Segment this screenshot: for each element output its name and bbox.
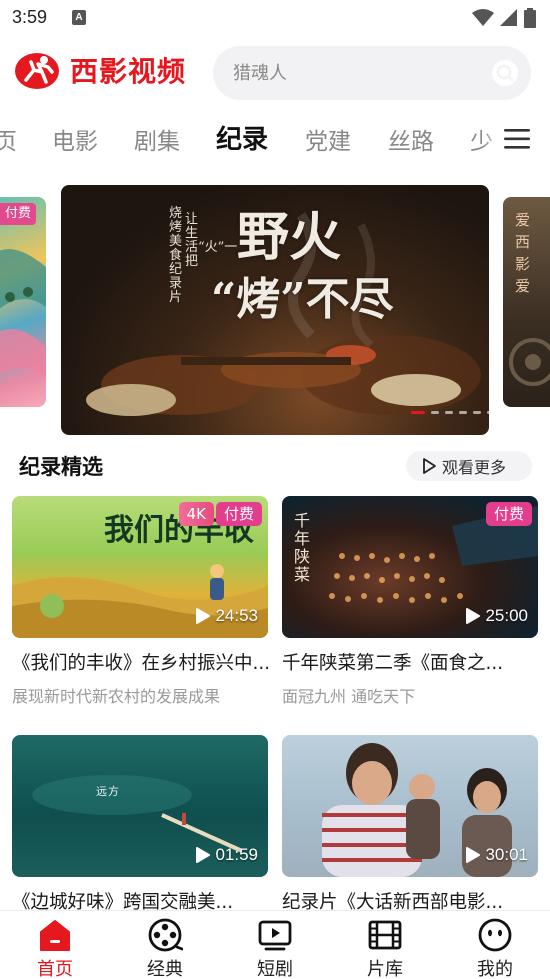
notification-a-icon: A bbox=[72, 10, 86, 25]
video-thumbnail[interactable]: 30:01 bbox=[282, 735, 538, 877]
duration: 30:01 bbox=[463, 845, 528, 865]
nav-mine-label: 我的 bbox=[477, 959, 513, 979]
thumbnail-title-text: 远方 bbox=[96, 785, 120, 798]
home-icon bbox=[40, 920, 70, 951]
video-card[interactable]: 千年陕菜 付费 25:00 千年陕菜第二季《面食之... 面冠九州 通吃天下 bbox=[282, 496, 538, 707]
video-card[interactable]: 我们的丰收 4K 付费 24:53 《我们的丰收》在乡村振兴中... 展现新时代… bbox=[12, 496, 268, 707]
nav-home[interactable]: 首页 bbox=[0, 911, 110, 979]
status-bar: 3:59 A bbox=[0, 0, 550, 36]
duration: 25:00 bbox=[463, 606, 528, 626]
status-icons bbox=[472, 8, 536, 28]
play-screen-icon bbox=[258, 920, 292, 951]
carousel-dot[interactable] bbox=[445, 411, 453, 414]
nav-library-label: 片库 bbox=[367, 959, 403, 979]
badge-row: 4K 付费 bbox=[178, 502, 262, 526]
wifi-icon bbox=[472, 9, 494, 26]
duration-text: 01:59 bbox=[215, 845, 258, 864]
nav-home-label: 首页 bbox=[37, 959, 73, 979]
nav-mine[interactable]: 我的 bbox=[440, 911, 550, 979]
section-title: 纪录精选 bbox=[19, 455, 103, 479]
search-icon[interactable] bbox=[491, 59, 519, 87]
video-title[interactable]: 《我们的丰收》在乡村振兴中... bbox=[12, 649, 268, 675]
video-thumbnail[interactable]: 远方 01:59 bbox=[12, 735, 268, 877]
duration-text: 24:53 bbox=[215, 606, 258, 625]
banner-title-2: “烤”不尽 bbox=[211, 274, 394, 325]
film-reel-icon bbox=[148, 918, 183, 952]
play-icon bbox=[466, 847, 481, 863]
video-card[interactable]: 30:01 纪录片《大话新西部电影... bbox=[282, 735, 538, 914]
carousel-dot[interactable] bbox=[473, 411, 481, 414]
play-icon bbox=[466, 608, 481, 624]
tab-documentary[interactable]: 纪录 bbox=[216, 119, 268, 156]
nav-library[interactable]: 片库 bbox=[330, 911, 440, 979]
video-title[interactable]: 千年陕菜第二季《面食之... bbox=[282, 649, 538, 675]
banner-left-art bbox=[0, 249, 46, 377]
badge-paid: 付费 bbox=[215, 502, 262, 526]
tab-home-partial[interactable]: 页 bbox=[0, 122, 17, 156]
duration-text: 30:01 bbox=[485, 845, 528, 864]
logo-text: 西影视频 bbox=[70, 55, 187, 88]
logo-runner-icon bbox=[15, 53, 59, 89]
bottom-nav: 首页 经典 短剧 片库 我的 bbox=[0, 910, 550, 979]
category-tabs: 页 电影 剧集 纪录 党建 丝路 少 bbox=[0, 114, 550, 164]
carousel-dot[interactable] bbox=[431, 411, 439, 414]
signal-icon bbox=[500, 9, 517, 26]
nav-short-drama[interactable]: 短剧 bbox=[220, 911, 330, 979]
header: 西影视频 bbox=[0, 44, 550, 102]
carousel-dots bbox=[411, 411, 489, 414]
play-outline-icon bbox=[423, 458, 436, 474]
banner-right-text: 爱西影爱 bbox=[515, 211, 531, 295]
carousel-dot-active[interactable] bbox=[411, 411, 425, 414]
play-icon bbox=[196, 608, 211, 624]
battery-icon bbox=[524, 8, 536, 28]
video-subtitle: 展现新时代新农村的发展成果 bbox=[12, 687, 221, 706]
search-box[interactable] bbox=[213, 46, 531, 100]
tab-movie[interactable]: 电影 bbox=[52, 122, 98, 156]
duration: 01:59 bbox=[193, 845, 258, 865]
duration: 24:53 bbox=[193, 606, 258, 626]
see-more-button[interactable]: 观看更多 bbox=[406, 451, 532, 481]
logo[interactable]: 西影视频 bbox=[14, 50, 186, 90]
nav-short-drama-label: 短剧 bbox=[257, 959, 293, 979]
face-icon bbox=[478, 918, 512, 952]
banner-subtitle-1: 让生活“火”一把 bbox=[185, 212, 238, 269]
carousel-dot[interactable] bbox=[487, 411, 489, 414]
banner-title-1: 野火 bbox=[237, 207, 342, 268]
banner-main[interactable]: 让生活“火”一把 烧烤美食纪录片 野火 “烤”不尽 bbox=[61, 185, 489, 435]
film-strip-icon bbox=[368, 920, 402, 950]
tab-silk-road[interactable]: 丝路 bbox=[388, 122, 434, 156]
banner-left-paid-badge: 付费 bbox=[0, 203, 36, 225]
banner-carousel[interactable]: 付费 让生活“火”一把 烧烤美食纪录片 野火 “烤”不尽 爱西影爱 bbox=[0, 185, 550, 435]
video-card[interactable]: 远方 01:59 《边城好味》跨国交融美... bbox=[12, 735, 268, 914]
nav-classic[interactable]: 经典 bbox=[110, 911, 220, 979]
see-more-label: 观看更多 bbox=[442, 458, 507, 477]
tab-party[interactable]: 党建 bbox=[305, 122, 351, 156]
banner-subtitle-2: 烧烤美食纪录片 bbox=[169, 206, 183, 305]
badge-row: 付费 bbox=[485, 502, 532, 526]
badge-paid: 付费 bbox=[485, 502, 532, 526]
play-icon bbox=[196, 847, 211, 863]
duration-text: 25:00 bbox=[485, 606, 528, 625]
search-input[interactable] bbox=[233, 46, 483, 100]
banner-left-preview[interactable] bbox=[0, 197, 46, 407]
thumbnail-title-text: 千年陕菜 bbox=[294, 511, 311, 584]
status-time: 3:59 bbox=[12, 7, 48, 27]
menu-icon[interactable] bbox=[504, 128, 530, 150]
video-subtitle: 面冠九州 通吃天下 bbox=[282, 687, 416, 706]
tab-series[interactable]: 剧集 bbox=[134, 122, 180, 156]
nav-classic-label: 经典 bbox=[147, 959, 183, 979]
video-thumbnail[interactable]: 千年陕菜 付费 25:00 bbox=[282, 496, 538, 638]
video-thumbnail[interactable]: 我们的丰收 4K 付费 24:53 bbox=[12, 496, 268, 638]
carousel-dot[interactable] bbox=[459, 411, 467, 414]
badge-4k: 4K bbox=[178, 502, 214, 526]
